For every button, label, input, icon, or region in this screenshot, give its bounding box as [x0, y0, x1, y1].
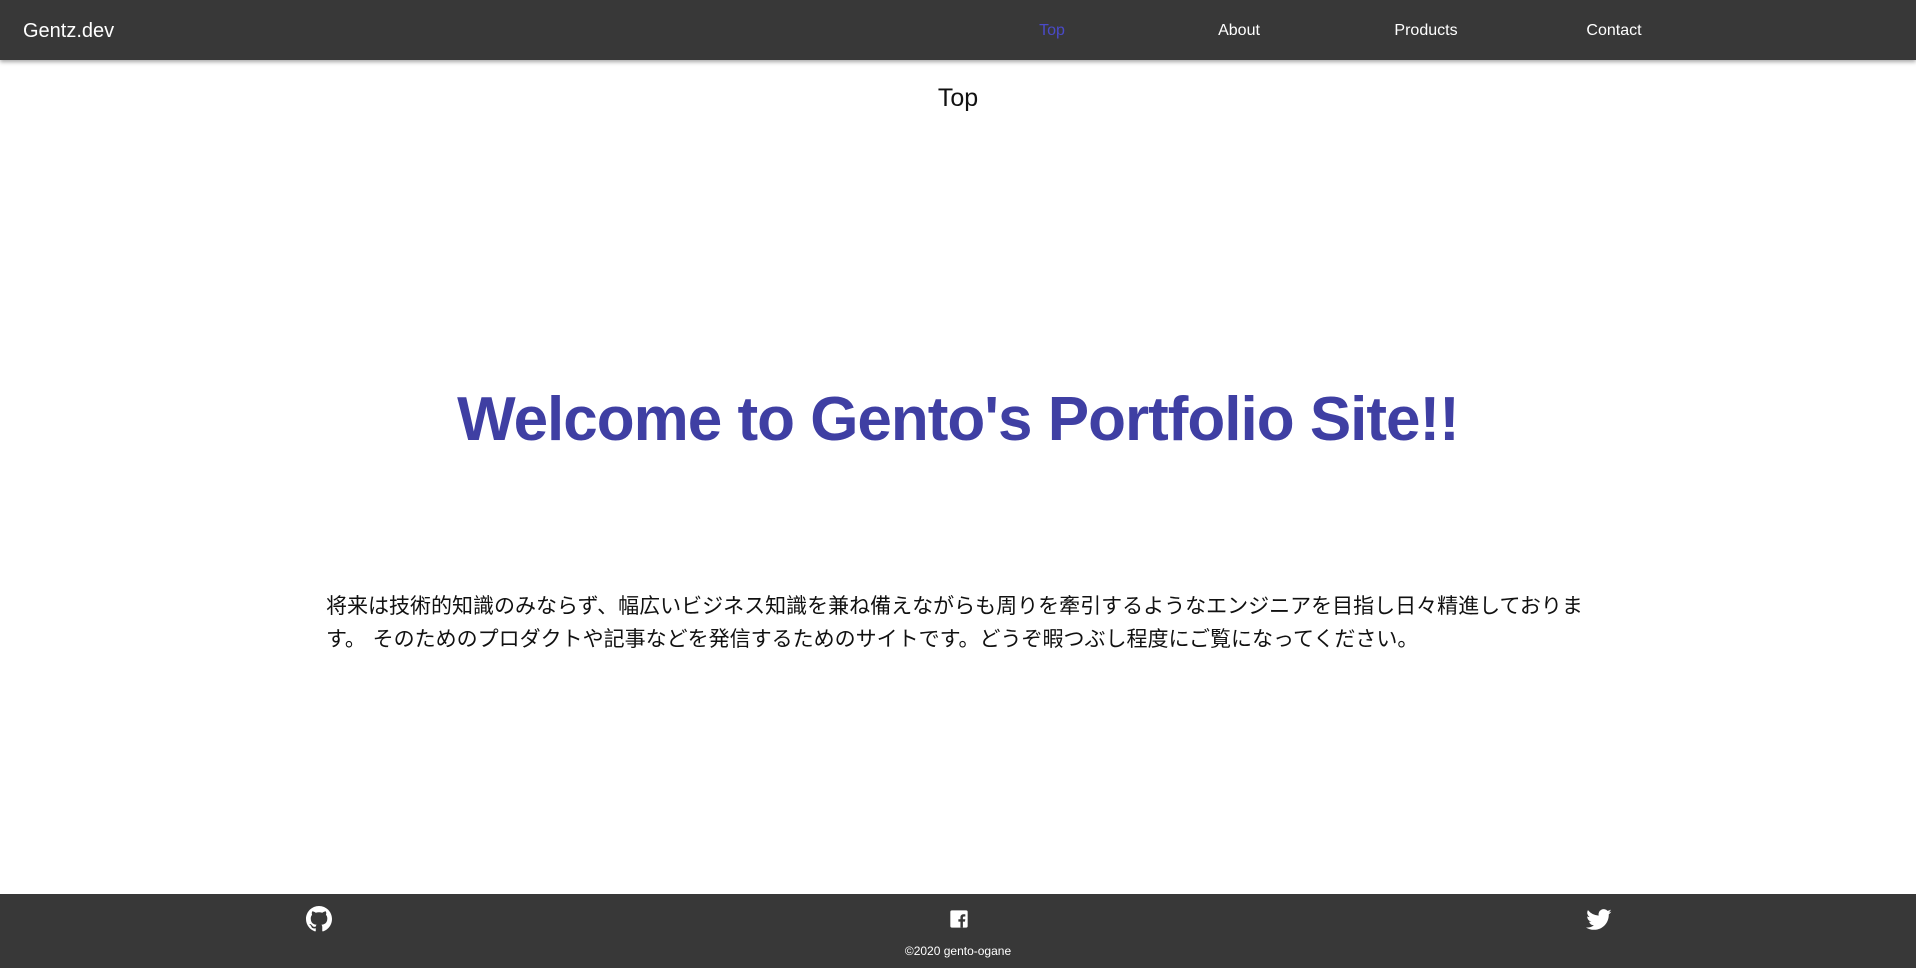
page: Gentz.dev Top About Products Contact Top… [0, 0, 1916, 968]
footer: ©2020 gento-ogane [0, 894, 1916, 968]
nav-link-top[interactable]: Top [1039, 0, 1065, 60]
facebook-icon [950, 910, 968, 928]
hero-title: Welcome to Gento's Portfolio Site!! [457, 385, 1460, 454]
twitter-icon [1586, 909, 1612, 930]
twitter-link[interactable] [1586, 906, 1612, 932]
section-title: Top [937, 84, 979, 112]
intro-paragraph: 将来は技術的知識のみならず、幅広いビジネス知識を兼ね備えながらも周りを牽引するよ… [326, 594, 1583, 651]
nav-link-about[interactable]: About [1218, 0, 1260, 60]
nav-link-contact[interactable]: Contact [1586, 0, 1641, 60]
facebook-link[interactable] [946, 906, 972, 932]
github-icon [306, 906, 332, 932]
github-link[interactable] [306, 906, 332, 932]
brand-link[interactable]: Gentz.dev [23, 0, 114, 60]
top-app-bar: Gentz.dev Top About Products Contact [0, 0, 1916, 60]
copyright-text: ©2020 gento-ogane [904, 944, 1012, 958]
nav-link-products[interactable]: Products [1394, 0, 1457, 60]
